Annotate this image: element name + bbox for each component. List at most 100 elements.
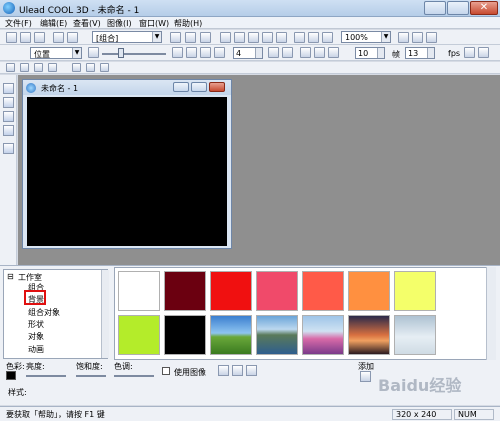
gallery-thumb-sky-field[interactable] [210,315,252,355]
edit-icon[interactable] [322,32,333,43]
add-keyframe-icon[interactable] [172,47,183,58]
tree-item-group-object[interactable]: 组合对象 [28,307,60,318]
menu-window[interactable]: 窗口(W) [139,18,169,29]
object-toolstrip [0,75,17,265]
render-icon-5[interactable] [276,32,287,43]
tree-root-expander[interactable]: ⊟ [7,272,14,281]
gallery-thumb-white[interactable] [118,271,160,311]
gallery-thumb-flower-field[interactable] [302,315,344,355]
tree-item-object[interactable]: 对象 [28,331,44,342]
gallery-thumb-red[interactable] [210,271,252,311]
menu-help[interactable]: 帮助(H) [174,18,202,29]
open-file-icon[interactable] [20,32,31,43]
light-icon[interactable] [294,32,305,43]
document-maximize-button[interactable] [191,82,207,92]
position-combo[interactable]: 位置 ▼ [30,47,82,59]
tree-item-animation[interactable]: 动画 [28,344,44,355]
remove-image-icon[interactable] [246,365,257,376]
insert-shape-icon[interactable] [3,111,14,122]
options-icon[interactable] [464,47,475,58]
first-frame-icon[interactable] [328,47,339,58]
document-title-bar[interactable]: 未命名 - 1 [23,80,231,95]
align-right-icon[interactable] [100,63,109,72]
brightness-label: 亮度: [26,362,45,371]
menu-edit[interactable]: 编辑(E) [40,18,67,29]
document-close-button[interactable] [209,82,225,92]
reverse-icon[interactable] [200,47,211,58]
align-left-icon[interactable] [72,63,81,72]
render-canvas[interactable] [27,97,227,246]
play-icon[interactable] [300,47,311,58]
title-bar: Ulead COOL 3D - 未命名 - 1 ✕ [0,0,500,17]
insert-text-icon[interactable] [3,97,14,108]
saturation-slider[interactable] [76,375,106,377]
new-file-icon[interactable] [6,32,17,43]
delete-keyframe-icon[interactable] [186,47,197,58]
total-frames-spinner[interactable]: 10 [355,47,385,59]
insert-object-icon[interactable] [3,83,14,94]
target-icon[interactable] [308,32,319,43]
timeline-slider-thumb[interactable] [118,48,124,58]
add-to-gallery-icon[interactable] [360,371,371,382]
grid-icon[interactable] [478,47,489,58]
render-icon-2[interactable] [234,32,245,43]
tree-scrollbar[interactable] [101,270,109,358]
gallery-scrollbar[interactable] [486,267,496,360]
brightness-slider[interactable] [26,375,66,377]
align-center-icon[interactable] [86,63,95,72]
status-num: NUM [454,409,494,420]
gallery-thumb-lake-mountain[interactable] [256,315,298,355]
minimize-button[interactable] [424,1,446,15]
redo-icon[interactable] [67,32,78,43]
keyframe-icon[interactable] [88,47,99,58]
render-icon-4[interactable] [262,32,273,43]
gallery-thumb-lime[interactable] [118,315,160,355]
gallery-thumb-snow-tree[interactable] [394,315,436,355]
preview-icon[interactable] [398,32,409,43]
insert-geometry-icon[interactable] [3,125,14,136]
rotate-icon[interactable] [170,32,181,43]
gallery-thumb-orange[interactable] [348,271,390,311]
hue-slider[interactable] [114,375,154,377]
document-minimize-button[interactable] [173,82,189,92]
group-combo[interactable]: [组合] ▼ [92,31,162,43]
timeline-slider-track[interactable] [102,53,166,55]
maximize-button[interactable] [447,1,469,15]
save-icon[interactable] [34,32,45,43]
smooth-icon[interactable] [214,47,225,58]
use-image-checkbox[interactable] [162,367,170,375]
gallery-thumb-dark-red[interactable] [164,271,206,311]
fps-spinner[interactable]: 13 [405,47,435,59]
underline-icon[interactable] [48,63,57,72]
gallery-thumb-black[interactable] [164,315,206,355]
menu-file[interactable]: 文件(F) [5,18,32,29]
export-icon[interactable] [412,32,423,43]
tree-item-shape[interactable]: 形状 [28,319,44,330]
menu-image[interactable]: 图像(I) [107,18,132,29]
gallery-thumb-sunset-tree[interactable] [348,315,390,355]
stop-icon[interactable] [314,47,325,58]
load-image-icon[interactable] [218,365,229,376]
text-tool-icon[interactable] [6,63,15,72]
prev-icon[interactable] [268,47,279,58]
zoom-combo[interactable]: 100% ▼ [341,31,391,43]
gallery-thumb-pink-red[interactable] [256,271,298,311]
loop-icon[interactable] [282,47,293,58]
frame-spinner[interactable]: 4 [233,47,263,59]
move-icon[interactable] [185,32,196,43]
render-icon-1[interactable] [220,32,231,43]
gallery-thumb-yellow[interactable] [394,271,436,311]
italic-icon[interactable] [34,63,43,72]
undo-icon[interactable] [53,32,64,43]
close-button[interactable]: ✕ [470,1,498,15]
resize-icon[interactable] [200,32,211,43]
render-icon-3[interactable] [248,32,259,43]
color-swatch[interactable] [6,371,16,380]
gallery-thumb-coral[interactable] [302,271,344,311]
globe-icon[interactable] [3,143,14,154]
menu-view[interactable]: 查看(V) [73,18,101,29]
style-label: 样式: [8,388,27,397]
help-cursor-icon[interactable] [426,32,437,43]
bold-icon[interactable] [20,63,29,72]
image-options-icon[interactable] [232,365,243,376]
